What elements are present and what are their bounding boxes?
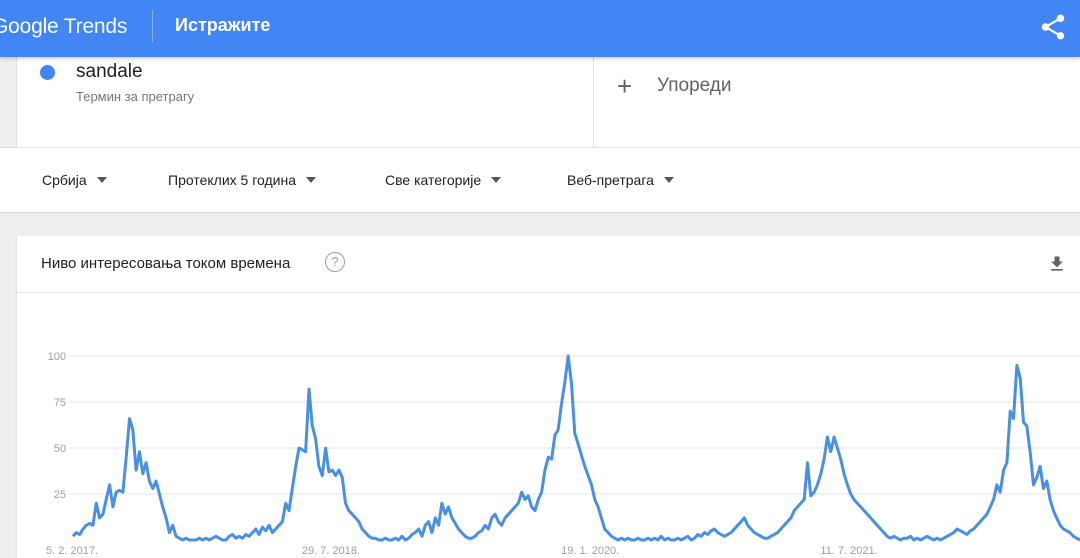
plus-icon: +	[617, 71, 633, 101]
y-tick-label: 75	[54, 397, 66, 409]
dropdown-arrow-icon	[663, 177, 674, 183]
filter-region[interactable]: Србија	[42, 170, 107, 190]
x-tick-label: 29. 7. 2018.	[302, 545, 360, 557]
filter-search-type-label: Веб-претрага	[567, 172, 654, 188]
search-term-name[interactable]: sandale	[76, 61, 143, 83]
search-term-type: Термин за претрагу	[76, 89, 195, 104]
logo-google-text: Google	[0, 15, 59, 38]
page-title: Истражите	[175, 15, 271, 35]
filter-category-label: Све категорије	[385, 172, 482, 188]
interest-over-time-card: Ниво интересовања током времена ? 100 75 5…	[17, 236, 1080, 558]
header-divider	[152, 10, 153, 42]
y-tick-label: 25	[54, 489, 66, 501]
y-tick-label: 100	[48, 351, 66, 363]
x-tick-label: 11. 7. 2021.	[820, 545, 877, 557]
filter-search-type[interactable]: Веб-претрага	[567, 170, 674, 190]
compare-label: Упореди	[657, 75, 732, 96]
filters-bar: Србија Протеклих 5 година Све категорије…	[0, 147, 1080, 213]
filter-time-range[interactable]: Протеклих 5 година	[168, 170, 316, 190]
logo-trends-text: Trends	[63, 15, 128, 38]
filter-time-range-label: Протеклих 5 година	[168, 172, 296, 188]
x-tick-label: 19. 1. 2020.	[561, 545, 619, 557]
google-trends-logo[interactable]: Google Trends	[0, 12, 127, 42]
dropdown-arrow-icon	[96, 177, 107, 183]
filter-category[interactable]: Све категорије	[385, 170, 502, 190]
share-icon[interactable]	[1038, 12, 1068, 42]
x-tick-label: 5. 2. 2017.	[46, 545, 98, 557]
y-tick-label: 50	[54, 443, 66, 455]
app-header: Google Trends Истражите	[0, 0, 1080, 57]
dropdown-arrow-icon	[491, 177, 502, 183]
compare-button[interactable]: + Упореди	[617, 71, 732, 101]
term-color-dot	[40, 65, 55, 80]
term-divider	[593, 57, 594, 147]
interest-line-chart: 100 75 50 25 5. 2. 2017. 29. 7. 2018. 19. 1. 2…	[46, 351, 1080, 557]
dropdown-arrow-icon	[306, 177, 316, 183]
filter-region-label: Србија	[42, 172, 87, 188]
search-term-card: sandale Термин за претрагу + Упореди	[16, 57, 1080, 147]
